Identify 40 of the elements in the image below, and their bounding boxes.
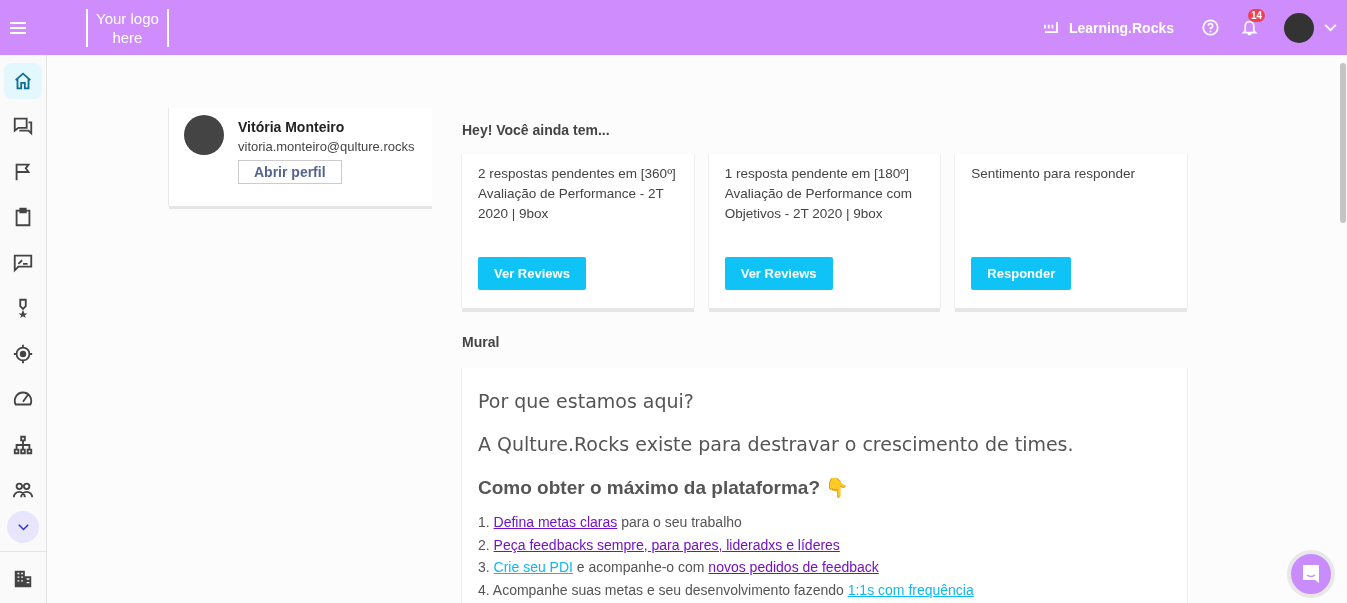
building-icon: [12, 568, 34, 590]
pending-text: Sentimento para responder: [971, 165, 1136, 183]
learning-rocks-link[interactable]: Learning.Rocks: [1068, 19, 1174, 36]
logo-text: here: [112, 27, 143, 47]
pending-text: 1 resposta pendente em [180º] Avaliação de Performance com Objetivos - 2T 2020 | 9box: [724, 165, 914, 223]
bar-chart-icon: [1043, 21, 1059, 34]
chat-bubble-icon: [1301, 563, 1321, 585]
avatar-circle[interactable]: [1284, 12, 1314, 43]
link[interactable]: Crie seu PDI: [493, 559, 573, 575]
list-item: 2. Peça feedbacks sempre, para pares, lideradxs e líderes: [478, 535, 841, 555]
link[interactable]: Defina metas claras: [493, 514, 618, 530]
sidebar-item[interactable]: [4, 63, 42, 99]
user-email: vitoria.monteiro@qulture.rocks: [238, 139, 415, 154]
list-item: 4. Acompanhe suas metas e seu desenvolvimento fazendo 1:1s com frequência: [478, 580, 975, 600]
user-name: Vitória Monteiro: [238, 119, 346, 135]
target-icon: [12, 342, 34, 365]
link[interactable]: Peça feedbacks sempre, para pares, lideradxs e líderes: [493, 536, 840, 553]
section-heading: Mural: [462, 334, 501, 350]
logo-placeholder[interactable]: Your logo here: [86, 8, 169, 47]
action-button[interactable]: Ver Reviews: [724, 257, 833, 290]
list-item: 3. Crie seu PDI e acompanhe-o com novos pedidos de feedback: [478, 558, 880, 577]
chevron-down-icon: [17, 523, 29, 531]
mural-title: Por que estamos aqui?: [478, 390, 695, 412]
chat-bubbles-icon: [12, 115, 34, 138]
link[interactable]: 1:1s com frequência: [847, 581, 974, 598]
avatar-circle: [184, 115, 224, 155]
scrollbar[interactable]: [1340, 63, 1346, 223]
org-chart-icon: [12, 433, 34, 456]
pending-text: 2 respostas pendentes em [360º] Avaliação de Performance - 2T 2020 | 9box: [478, 165, 677, 223]
list-item: 1. Defina metas claras para o seu trabalho: [478, 513, 743, 532]
logo-text: Your logo: [96, 8, 159, 28]
section-heading: Hey! Você ainda tem...: [462, 122, 611, 138]
mural-title: A Qulture.Rocks existe para destravar o crescimento de times.: [478, 433, 1075, 455]
link[interactable]: novos pedidos de feedback: [708, 559, 879, 575]
action-button[interactable]: Ver Reviews: [478, 257, 586, 290]
notification-badge: 14: [1248, 9, 1266, 22]
mural-subtitle: Como obter o máximo da plataforma? 👇: [478, 476, 851, 499]
open-profile-button[interactable]: Abrir perfil: [238, 160, 342, 184]
bell-icon[interactable]: [1241, 19, 1258, 36]
action-button[interactable]: Responder: [971, 257, 1072, 290]
